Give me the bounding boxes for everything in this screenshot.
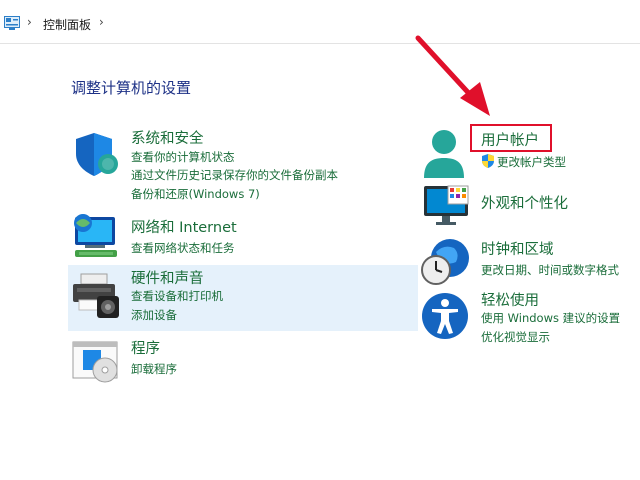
link-uninstall-program[interactable]: 卸载程序 <box>131 361 177 377</box>
link-change-account-type[interactable]: 更改帐户类型 <box>497 154 566 170</box>
link-backup-restore[interactable]: 备份和还原(Windows 7) <box>131 186 260 202</box>
annotation-arrow <box>415 35 490 116</box>
accessibility-icon <box>422 293 468 339</box>
network-globe-icon <box>74 214 117 257</box>
control-panel-icon <box>4 16 20 30</box>
programs-disc-icon <box>72 341 118 383</box>
link-optimize-visual-display[interactable]: 优化视觉显示 <box>481 329 550 345</box>
annotation-highlight-box <box>470 124 552 152</box>
link-add-device[interactable]: 添加设备 <box>131 307 177 323</box>
breadcrumb-separator[interactable]: › <box>27 15 32 29</box>
category-title-clock-region[interactable]: 时钟和区域 <box>481 238 554 259</box>
link-recommended-settings[interactable]: 使用 Windows 建议的设置 <box>481 310 620 326</box>
link-change-date-time-format[interactable]: 更改日期、时间或数字格式 <box>481 262 619 278</box>
page-title: 调整计算机的设置 <box>71 79 192 97</box>
shield-icon <box>76 133 118 176</box>
category-title-programs[interactable]: 程序 <box>131 337 160 358</box>
breadcrumb-control-panel[interactable]: 控制面板 <box>43 16 91 33</box>
link-network-status[interactable]: 查看网络状态和任务 <box>131 240 235 256</box>
category-title-appearance[interactable]: 外观和个性化 <box>481 192 568 213</box>
clock-globe-icon <box>421 239 469 285</box>
link-devices-printers[interactable]: 查看设备和打印机 <box>131 288 223 304</box>
address-bar[interactable]: › 控制面板 › <box>0 0 640 44</box>
monitor-palette-icon <box>424 185 469 225</box>
category-title-ease-of-access[interactable]: 轻松使用 <box>481 289 539 310</box>
user-account-icon <box>424 130 464 178</box>
uac-shield-icon <box>482 154 494 168</box>
category-title-system-security[interactable]: 系统和安全 <box>131 127 204 148</box>
category-title-hardware[interactable]: 硬件和声音 <box>131 267 204 288</box>
breadcrumb-separator[interactable]: › <box>99 15 104 29</box>
link-file-history-backup[interactable]: 通过文件历史记录保存你的文件备份副本 <box>131 167 338 183</box>
category-title-network[interactable]: 网络和 Internet <box>131 216 237 237</box>
link-view-computer-status[interactable]: 查看你的计算机状态 <box>131 149 235 165</box>
printer-speaker-icon <box>73 273 119 318</box>
